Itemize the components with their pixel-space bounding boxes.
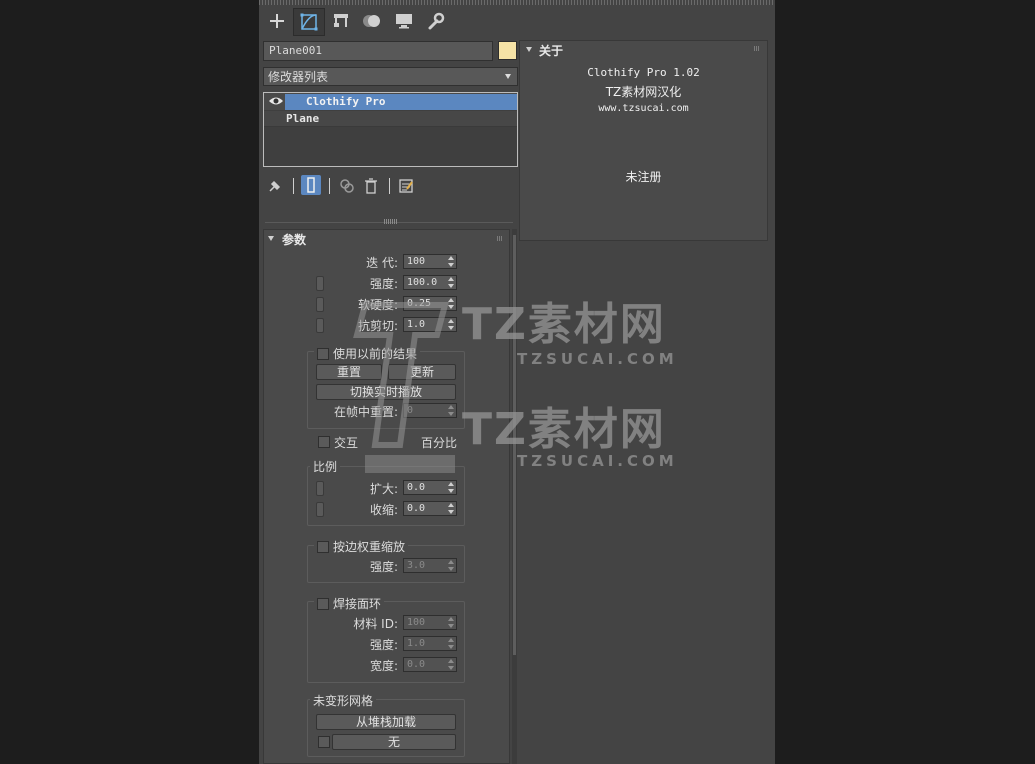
- modify-curve-icon: [300, 13, 318, 31]
- iterations-label: 迭 代:: [366, 256, 398, 270]
- collapse-arrow-icon[interactable]: [268, 236, 274, 241]
- resize-grip[interactable]: [384, 219, 398, 224]
- watermark-url: TZSUCAI.COM: [517, 452, 678, 470]
- make-unique-button[interactable]: [337, 176, 357, 196]
- weld-width-spinner[interactable]: 0.0: [403, 657, 457, 672]
- edge-weight-header: 按边权重缩放: [314, 538, 409, 555]
- shrink-label: 收缩:: [369, 503, 398, 517]
- about-localization: TZ素材网汉化: [605, 85, 682, 99]
- end-result-icon: [307, 177, 315, 193]
- display-monitor-icon: [396, 14, 412, 29]
- watermark-text: TZ素材网: [462, 299, 666, 350]
- interact-checkbox[interactable]: [318, 436, 330, 448]
- iterations-spinner[interactable]: 100: [403, 254, 457, 269]
- registration-status: 未注册: [625, 170, 662, 184]
- wrench-icon: [428, 12, 445, 30]
- pin-icon: [269, 180, 281, 192]
- edge-strength-spinner[interactable]: 3.0: [403, 558, 457, 573]
- watermark-text: TZ素材网: [462, 404, 666, 455]
- parameters-title[interactable]: 参数: [282, 231, 306, 248]
- modifier-list-label: 修改器列表: [268, 70, 329, 84]
- expand-label: 扩大:: [369, 482, 398, 496]
- make-unique-icon: [340, 179, 354, 193]
- about-website: www.tzsucai.com: [598, 103, 689, 114]
- load-from-stack-button[interactable]: 从堆栈加载: [316, 714, 456, 730]
- tab-utilities[interactable]: [421, 8, 451, 34]
- rollout-grip[interactable]: [497, 236, 502, 241]
- object-color-swatch[interactable]: [498, 41, 517, 60]
- pin-stack-button[interactable]: [265, 176, 285, 196]
- shear-keyframe-toggle[interactable]: [316, 318, 324, 333]
- toolbar-separator: [329, 178, 330, 194]
- use-previous-checkbox[interactable]: [317, 347, 329, 360]
- remove-modifier-button[interactable]: [361, 176, 381, 196]
- tab-hierarchy[interactable]: [326, 8, 356, 34]
- panel-drag-strip[interactable]: [259, 0, 775, 5]
- edge-weight-checkbox[interactable]: [317, 540, 329, 553]
- tab-motion[interactable]: [357, 8, 387, 34]
- watermark-logo: [345, 295, 460, 480]
- shrink-spinner[interactable]: 0.0: [403, 501, 457, 516]
- shrink-keyframe-toggle[interactable]: [316, 502, 324, 517]
- weld-label: 焊接面环: [333, 597, 382, 611]
- collapse-arrow-icon[interactable]: [526, 47, 532, 52]
- undeformed-title: 未变形网格: [310, 692, 377, 709]
- edge-weight-label: 按边权重缩放: [333, 540, 406, 554]
- expand-spinner[interactable]: 0.0: [403, 480, 457, 495]
- strength-spinner[interactable]: 100.0: [403, 275, 457, 290]
- configure-sets-icon: [399, 179, 413, 193]
- undeformed-checkbox[interactable]: [318, 736, 330, 748]
- trash-icon: [365, 178, 377, 194]
- modifier-list-dropdown[interactable]: 修改器列表: [263, 67, 518, 86]
- scale-title: 比例: [310, 458, 341, 475]
- material-id-spinner[interactable]: 100: [403, 615, 457, 630]
- chevron-down-icon: [505, 74, 511, 79]
- stack-item-plane[interactable]: Plane: [286, 112, 319, 125]
- weld-checkbox[interactable]: [317, 597, 329, 610]
- strength-label: 强度:: [369, 277, 398, 291]
- weld-width-label: 宽度:: [369, 659, 398, 673]
- plus-icon: [270, 14, 284, 28]
- motion-icon: [363, 15, 380, 27]
- none-button[interactable]: 无: [332, 734, 456, 750]
- expand-keyframe-toggle[interactable]: [316, 481, 324, 496]
- show-end-result-button[interactable]: [301, 175, 321, 195]
- softness-keyframe-toggle[interactable]: [316, 297, 324, 312]
- about-version: Clothify Pro 1.02: [587, 66, 700, 79]
- eye-icon[interactable]: [268, 95, 284, 110]
- watermark-url: TZSUCAI.COM: [517, 350, 678, 368]
- tab-modify[interactable]: [293, 8, 325, 36]
- strength-keyframe-toggle[interactable]: [316, 276, 324, 291]
- material-id-label: 材料 ID:: [353, 617, 398, 631]
- edge-strength-label: 强度:: [369, 560, 398, 574]
- about-title[interactable]: 关于: [539, 42, 563, 59]
- weld-header: 焊接面环: [314, 595, 385, 612]
- weld-strength-spinner[interactable]: 1.0: [403, 636, 457, 651]
- object-name-field[interactable]: Plane001: [263, 41, 493, 61]
- toolbar-separator: [389, 178, 390, 194]
- stack-item-clothify[interactable]: Clothify Pro: [306, 95, 385, 108]
- rollout-grip[interactable]: [754, 46, 759, 51]
- tab-display[interactable]: [389, 8, 419, 34]
- toolbar-separator: [293, 178, 294, 194]
- configure-modifier-sets-button[interactable]: [396, 176, 416, 196]
- weld-strength-label: 强度:: [369, 638, 398, 652]
- tab-create[interactable]: [262, 8, 292, 34]
- hierarchy-icon: [334, 14, 348, 27]
